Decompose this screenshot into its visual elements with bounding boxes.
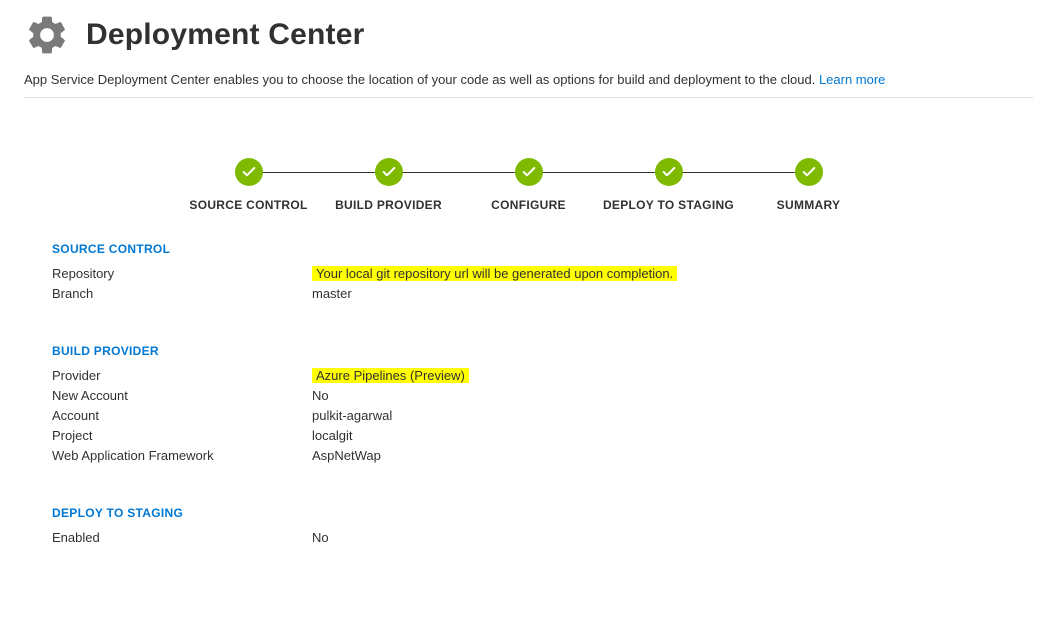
row-repository: Repository Your local git repository url… bbox=[52, 264, 1033, 284]
page-subtitle: App Service Deployment Center enables yo… bbox=[24, 72, 1033, 87]
row-provider: Provider Azure Pipelines (Preview) bbox=[52, 366, 1033, 386]
learn-more-link[interactable]: Learn more bbox=[819, 72, 885, 87]
section-head-deploy-to-staging: DEPLOY TO STAGING bbox=[52, 506, 1033, 520]
row-project: Project localgit bbox=[52, 426, 1033, 446]
value-branch: master bbox=[312, 284, 352, 304]
check-icon bbox=[515, 158, 543, 186]
step-label: SUMMARY bbox=[777, 198, 841, 212]
value-repository: Your local git repository url will be ge… bbox=[312, 266, 677, 281]
row-branch: Branch master bbox=[52, 284, 1033, 304]
gear-icon bbox=[24, 12, 70, 58]
step-label: BUILD PROVIDER bbox=[335, 198, 442, 212]
label-new-account: New Account bbox=[52, 386, 312, 406]
check-icon bbox=[375, 158, 403, 186]
label-staging-enabled: Enabled bbox=[52, 528, 312, 548]
check-icon bbox=[795, 158, 823, 186]
row-framework: Web Application Framework AspNetWap bbox=[52, 446, 1033, 466]
value-new-account: No bbox=[312, 386, 329, 406]
stepper: SOURCE CONTROL BUILD PROVIDER CONFIGURE … bbox=[24, 158, 1033, 212]
subtitle-text: App Service Deployment Center enables yo… bbox=[24, 72, 815, 87]
step-label: SOURCE CONTROL bbox=[189, 198, 307, 212]
label-project: Project bbox=[52, 426, 312, 446]
value-staging-enabled: No bbox=[312, 528, 329, 548]
value-framework: AspNetWap bbox=[312, 446, 381, 466]
step-deploy-to-staging[interactable]: DEPLOY TO STAGING bbox=[599, 158, 739, 212]
summary-panel: SOURCE CONTROL Repository Your local git… bbox=[52, 242, 1033, 548]
value-account: pulkit-agarwal bbox=[312, 406, 392, 426]
row-account: Account pulkit-agarwal bbox=[52, 406, 1033, 426]
value-project: localgit bbox=[312, 426, 352, 446]
step-label: CONFIGURE bbox=[491, 198, 566, 212]
row-staging-enabled: Enabled No bbox=[52, 528, 1033, 548]
step-configure[interactable]: CONFIGURE bbox=[459, 158, 599, 212]
check-icon bbox=[655, 158, 683, 186]
check-icon bbox=[235, 158, 263, 186]
page-title: Deployment Center bbox=[86, 18, 364, 52]
step-source-control[interactable]: SOURCE CONTROL bbox=[179, 158, 319, 212]
label-account: Account bbox=[52, 406, 312, 426]
step-summary[interactable]: SUMMARY bbox=[739, 158, 879, 212]
label-provider: Provider bbox=[52, 366, 312, 386]
step-label: DEPLOY TO STAGING bbox=[603, 198, 734, 212]
label-repository: Repository bbox=[52, 264, 312, 284]
label-framework: Web Application Framework bbox=[52, 446, 312, 466]
row-new-account: New Account No bbox=[52, 386, 1033, 406]
header-divider bbox=[24, 97, 1033, 98]
section-head-build-provider: BUILD PROVIDER bbox=[52, 344, 1033, 358]
page-header: Deployment Center bbox=[24, 12, 1033, 58]
label-branch: Branch bbox=[52, 284, 312, 304]
step-build-provider[interactable]: BUILD PROVIDER bbox=[319, 158, 459, 212]
value-provider: Azure Pipelines (Preview) bbox=[312, 368, 469, 383]
section-head-source-control: SOURCE CONTROL bbox=[52, 242, 1033, 256]
